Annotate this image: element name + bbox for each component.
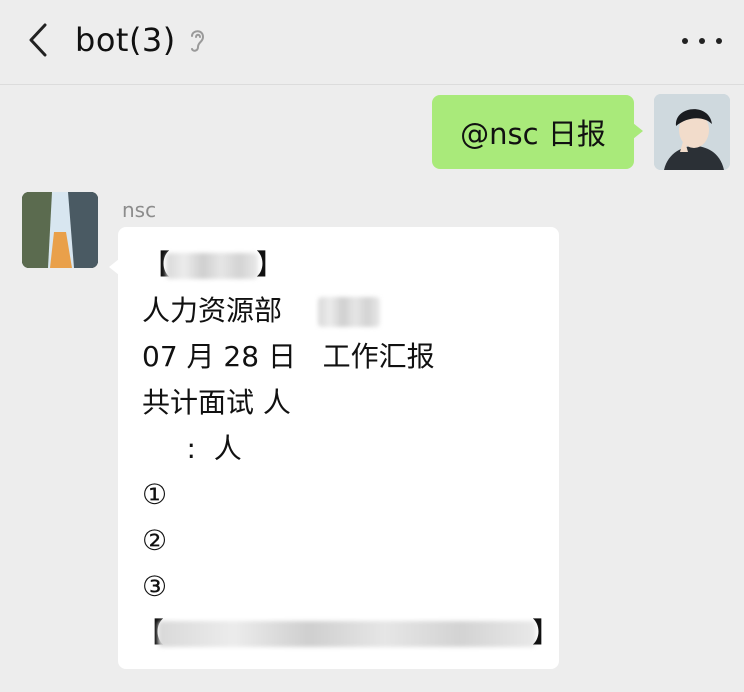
more-dots-icon [682,38,688,44]
message-line: ② [142,524,168,557]
message-line: : 人 [142,432,242,465]
chevron-left-icon [29,23,47,57]
message-line: ① [142,478,168,511]
nsc-avatar[interactable] [22,192,98,268]
message-line: 共计面试 人 [142,386,291,419]
redacted-text [318,297,380,327]
more-options-button[interactable] [682,26,722,56]
nsc-avatar-image [22,192,98,268]
more-dots-icon [699,38,705,44]
message-line: 人力资源部 [142,294,283,327]
incoming-message-bubble[interactable]: 【 】 人力资源部 07 月 28 日 工作汇报 共计面试 人 : 人 ① ② … [109,227,561,669]
redacted-text [166,253,258,279]
outgoing-message-text: @nsc 日报 [460,117,606,151]
self-avatar[interactable] [654,94,730,170]
outgoing-message-bubble[interactable]: @nsc 日报 [432,95,643,169]
chat-title: bot(3) [75,21,176,59]
back-button[interactable] [20,22,56,58]
chat-header: bot(3) [0,0,744,85]
sender-name: nsc [122,198,157,222]
message-line: ③ [142,570,168,603]
message-line-bracket-close: 】 [256,248,285,281]
message-line: 07 月 28 日 工作汇报 [142,340,435,373]
chat-title-area[interactable]: bot(3) [75,18,206,62]
redacted-text [158,621,536,647]
ear-icon [188,26,206,54]
message-line-bracket-close: 】 [532,616,561,649]
more-dots-icon [716,38,722,44]
self-avatar-image [654,94,730,170]
